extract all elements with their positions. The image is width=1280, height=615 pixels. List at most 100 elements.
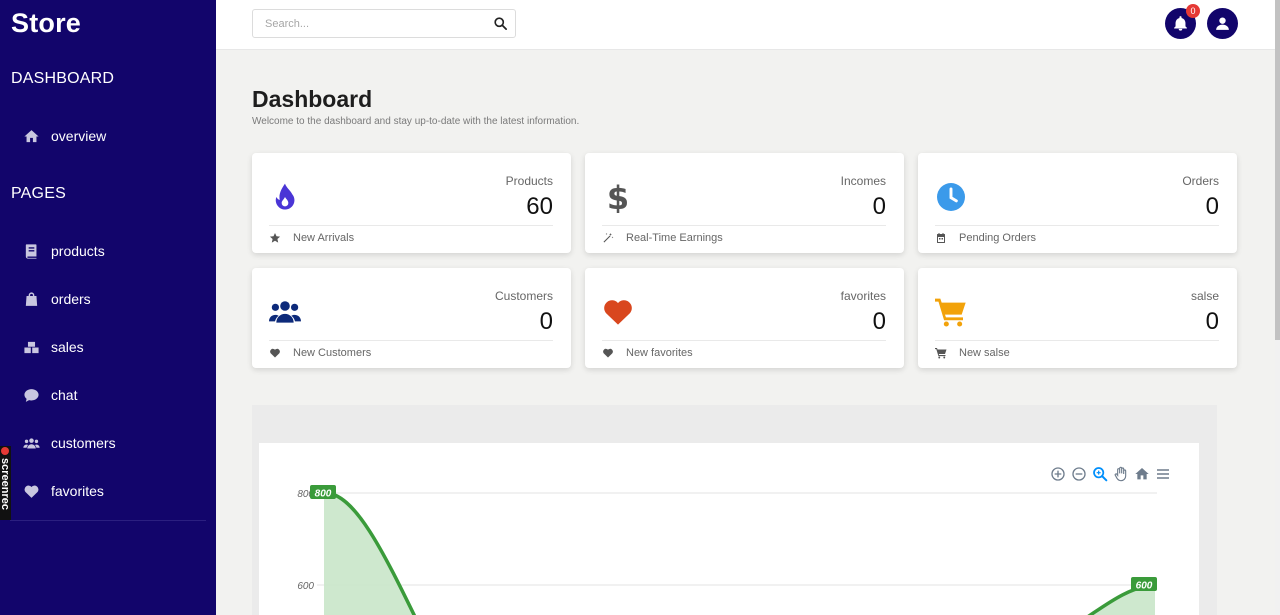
topbar: 0 (216, 0, 1275, 50)
card-footer: Real-Time Earnings (602, 232, 723, 244)
cart-icon (935, 348, 947, 359)
heart-icon (22, 482, 40, 500)
stat-card-customers: Customers 0 New Customers (252, 268, 571, 368)
card-label: salse (1190, 289, 1219, 303)
sidebar-item-label: chat (51, 387, 78, 403)
bell-icon (1174, 16, 1187, 31)
card-footer-text: Pending Orders (959, 232, 1037, 244)
sidebar-item-label: overview (51, 128, 107, 144)
card-label: Incomes (840, 174, 886, 188)
chart-toolbar (1049, 465, 1171, 482)
magic-wand-icon (603, 233, 614, 243)
card-value: 0 (1205, 193, 1219, 220)
calendar-icon (937, 233, 945, 243)
svg-text:$: $ (607, 181, 629, 213)
book-icon (22, 242, 40, 260)
sidebar-item-label: sales (51, 339, 84, 355)
dollar-icon: $ (602, 179, 634, 215)
cart-icon (935, 294, 967, 330)
card-value: 0 (539, 308, 553, 335)
pan-hand-icon[interactable] (1112, 465, 1129, 482)
chat-icon (22, 386, 40, 404)
boxes-icon (22, 338, 40, 356)
record-dot-icon (1, 447, 9, 455)
card-label: Customers (494, 289, 553, 303)
sidebar-item-customers[interactable]: customers (22, 431, 116, 455)
user-icon (1216, 17, 1229, 30)
sidebar-item-label: orders (51, 291, 91, 307)
stat-card-favorites: favorites 0 New favorites (585, 268, 904, 368)
heart-icon (270, 348, 280, 358)
home-icon (22, 127, 40, 145)
y-tick-label: 600 (297, 581, 314, 592)
area-chart: 800 600 800 600 (259, 443, 1199, 615)
card-divider (269, 340, 553, 341)
page-scrollbar[interactable] (1275, 0, 1280, 615)
section-pages: PAGES (11, 185, 66, 202)
search-input[interactable] (253, 10, 489, 37)
card-value: 0 (872, 193, 886, 220)
notification-badge: 0 (1186, 4, 1200, 18)
sidebar-item-overview[interactable]: overview (22, 124, 106, 148)
search-box (252, 9, 516, 38)
heart-icon (603, 348, 613, 358)
card-divider (935, 225, 1219, 226)
zoom-in-icon[interactable] (1049, 465, 1066, 482)
card-divider (935, 340, 1219, 341)
card-divider (602, 340, 886, 341)
card-value: 60 (526, 193, 553, 220)
card-footer: New favorites (602, 347, 693, 359)
sidebar-item-favorites[interactable]: favorites (22, 479, 104, 503)
stat-card-products: Products 60 New Arrivals (252, 153, 571, 253)
sidebar-item-label: products (51, 243, 105, 259)
sidebar-item-orders[interactable]: orders (22, 287, 91, 311)
zoom-out-icon[interactable] (1070, 465, 1087, 482)
clock-icon (935, 179, 967, 215)
card-footer: New Arrivals (269, 232, 354, 244)
section-dashboard: DASHBOARD (11, 70, 115, 87)
card-divider (602, 225, 886, 226)
card-footer-text: New favorites (626, 347, 693, 359)
card-footer: Pending Orders (935, 232, 1036, 244)
users-icon (269, 294, 301, 330)
sidebar: Store DASHBOARD overview PAGES products … (0, 0, 216, 615)
card-value: 0 (1205, 308, 1219, 335)
sidebar-item-sales[interactable]: sales (22, 335, 84, 359)
bag-icon (22, 290, 40, 308)
users-icon (22, 434, 40, 452)
card-footer-text: New Customers (293, 347, 372, 359)
card-footer: New Customers (269, 347, 371, 359)
data-label-800: 800 (315, 489, 332, 500)
menu-icon[interactable] (1154, 465, 1171, 482)
search-icon[interactable] (493, 16, 508, 31)
sidebar-item-label: favorites (51, 483, 104, 499)
star-icon (269, 233, 281, 243)
sidebar-item-label: customers (51, 435, 116, 451)
card-label: Products (505, 174, 553, 188)
scrollbar-thumb[interactable] (1275, 0, 1280, 340)
reset-home-icon[interactable] (1133, 465, 1150, 482)
sidebar-divider (10, 520, 206, 521)
page-subtitle: Welcome to the dashboard and stay up-to-… (252, 116, 580, 127)
stat-card-orders: Orders 0 Pending Orders (918, 153, 1237, 253)
data-label-600: 600 (1136, 581, 1153, 592)
magnifier-icon[interactable] (1091, 465, 1108, 482)
screenrec-watermark: screenrec (0, 446, 11, 520)
heart-icon (602, 294, 634, 330)
fire-icon (269, 179, 301, 215)
page-title: Dashboard (252, 86, 373, 112)
notifications-button[interactable]: 0 (1165, 4, 1200, 39)
stat-card-incomes: $ Incomes 0 Real-Time Earnings (585, 153, 904, 253)
card-footer-text: Real-Time Earnings (626, 232, 723, 244)
stat-card-salse: salse 0 New salse (918, 268, 1237, 368)
screenrec-logo: screenrec (0, 458, 11, 510)
card-value: 0 (872, 308, 886, 335)
card-divider (269, 225, 553, 226)
card-label: favorites (840, 289, 886, 303)
sidebar-item-chat[interactable]: chat (22, 383, 77, 407)
card-footer-text: New salse (959, 347, 1010, 359)
card-footer-text: New Arrivals (293, 232, 355, 244)
sidebar-item-products[interactable]: products (22, 239, 105, 263)
brand-logo[interactable]: Store (11, 8, 81, 39)
profile-button[interactable] (1207, 8, 1238, 39)
